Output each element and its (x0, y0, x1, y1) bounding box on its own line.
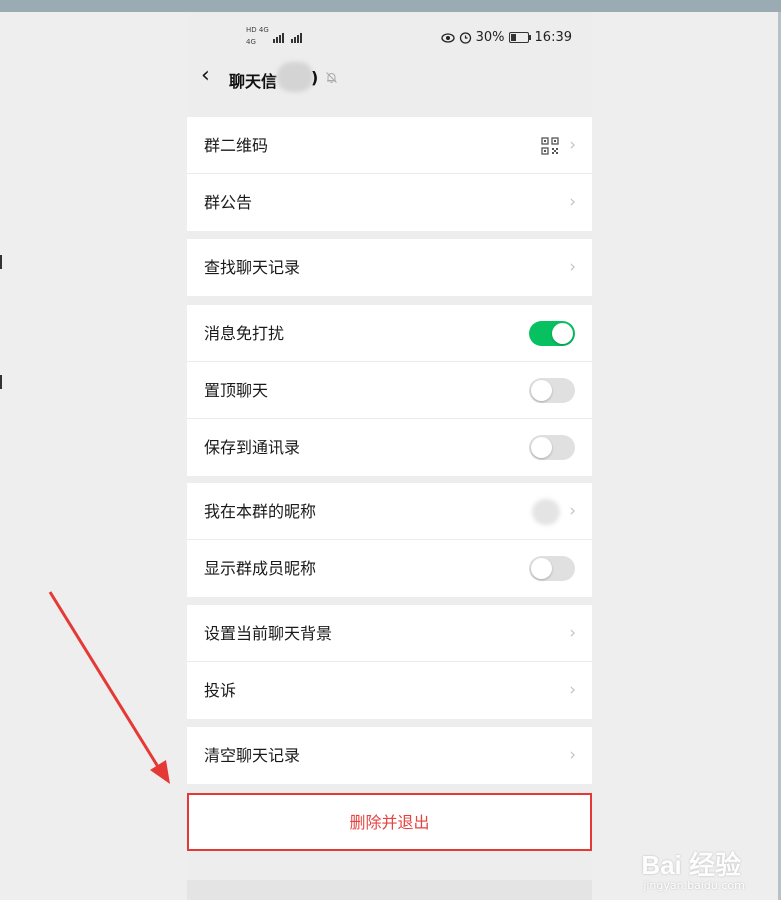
settings-group-nickname: 我在本群的昵称 › 显示群成员昵称 (187, 483, 592, 597)
save-contacts-toggle[interactable] (529, 435, 575, 460)
page-title: 聊天信 (229, 72, 278, 91)
row-report[interactable]: 投诉 › (187, 662, 592, 719)
row-label: 清空聊天记录 (204, 746, 301, 765)
row-group-notice[interactable]: 群公告 › (187, 174, 592, 231)
sticky-toggle[interactable] (529, 378, 575, 403)
qr-code-icon (541, 137, 559, 155)
row-label: 群公告 (204, 193, 253, 212)
phone-screen: HD 4G 4G 30% 16:39 ‹ 聊天信 ) 群二维码 › 群公告 › … (187, 12, 592, 880)
row-mute-notifications: 消息免打扰 (187, 305, 592, 362)
settings-group-toggles: 消息免打扰 置顶聊天 保存到通讯录 (187, 305, 592, 476)
row-save-to-contacts: 保存到通讯录 (187, 419, 592, 476)
row-label: 设置当前聊天背景 (204, 624, 333, 643)
chevron-right-icon: › (569, 257, 576, 277)
row-label: 投诉 (204, 681, 237, 700)
bell-off-icon (326, 72, 337, 83)
row-clear-history[interactable]: 清空聊天记录 › (187, 727, 592, 784)
edge-mark (0, 375, 2, 389)
chevron-right-icon: › (569, 192, 576, 212)
top-strip (0, 0, 781, 12)
row-label: 置顶聊天 (204, 381, 269, 400)
row-search-history[interactable]: 查找聊天记录 › (187, 239, 592, 296)
row-my-nickname[interactable]: 我在本群的昵称 › (187, 483, 592, 540)
baidu-jingyan-watermark: Bai 经验 jingyan.baidu.com (641, 845, 745, 892)
battery-icon (508, 32, 531, 43)
row-label: 群二维码 (204, 136, 269, 155)
settings-group-qr: 群二维码 › 群公告 › (187, 117, 592, 231)
signal-indicator-2: 4G (246, 38, 256, 46)
delete-and-exit-button[interactable]: 删除并退出 (187, 793, 592, 851)
back-arrow-icon[interactable]: ‹ (201, 64, 210, 88)
row-label: 查找聊天记录 (204, 258, 301, 277)
battery-percent: 30% (475, 30, 505, 45)
chevron-right-icon: › (569, 135, 576, 155)
chevron-right-icon: › (569, 680, 576, 700)
settings-group-background: 设置当前聊天背景 › 投诉 › (187, 605, 592, 719)
row-group-qr-code[interactable]: 群二维码 › (187, 117, 592, 174)
row-show-member-nicknames: 显示群成员昵称 (187, 540, 592, 597)
row-label: 我在本群的昵称 (204, 502, 317, 521)
nav-bar: ‹ 聊天信 ) (187, 62, 592, 102)
settings-group-search: 查找聊天记录 › (187, 239, 592, 296)
clock: 16:39 (534, 30, 572, 45)
chevron-right-icon: › (569, 623, 576, 643)
page-title-suffix: ) (311, 68, 319, 87)
status-bar: HD 4G 4G 30% 16:39 (187, 12, 592, 62)
signal-bars-icon (273, 33, 302, 43)
chevron-right-icon: › (569, 745, 576, 765)
member-nickname-toggle[interactable] (529, 556, 575, 581)
chevron-right-icon: › (569, 501, 576, 521)
phone-bottom-area (187, 880, 592, 900)
edge-mark (0, 255, 2, 269)
settings-group-clear: 清空聊天记录 › (187, 727, 592, 784)
row-label: 保存到通讯录 (204, 438, 301, 457)
watermark-url: jingyan.baidu.com (643, 879, 745, 892)
row-chat-background[interactable]: 设置当前聊天背景 › (187, 605, 592, 662)
title-redaction (277, 62, 313, 92)
row-label: 消息免打扰 (204, 324, 285, 343)
alarm-icon (459, 32, 471, 44)
mute-toggle[interactable] (529, 321, 575, 346)
row-label: 显示群成员昵称 (204, 559, 317, 578)
signal-indicator-1: HD 4G (246, 26, 269, 34)
row-sticky-chat: 置顶聊天 (187, 362, 592, 419)
status-right: 30% 16:39 (440, 30, 572, 45)
eye-icon (440, 32, 455, 43)
watermark-logo: Bai 经验 (641, 850, 741, 880)
nickname-redaction (532, 499, 560, 525)
